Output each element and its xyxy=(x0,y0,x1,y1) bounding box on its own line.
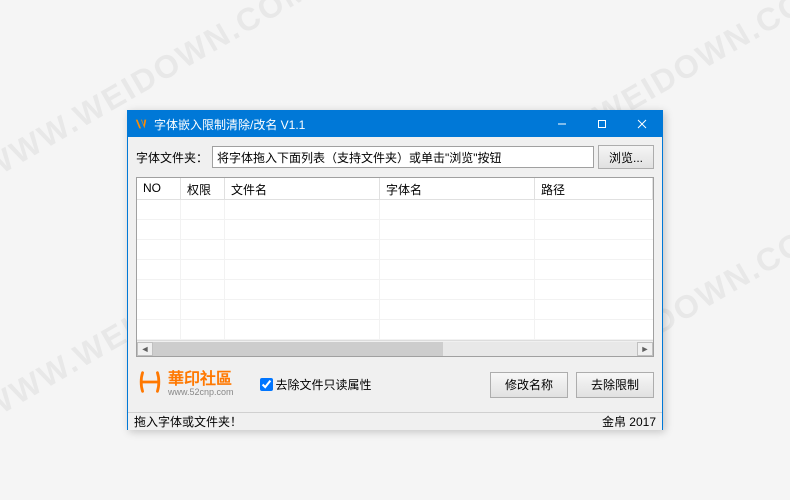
folder-path-input[interactable] xyxy=(212,146,594,168)
remove-restriction-button[interactable]: 去除限制 xyxy=(576,372,654,398)
app-icon xyxy=(133,116,149,132)
logo-block: 華印社區 www.52cnp.com xyxy=(136,369,234,400)
list-body[interactable] xyxy=(137,200,653,340)
font-listview[interactable]: NO 权限 文件名 字体名 路径 xyxy=(136,177,654,357)
list-row-empty xyxy=(137,320,653,340)
list-row-empty xyxy=(137,260,653,280)
scroll-right-arrow[interactable]: ► xyxy=(637,342,653,356)
list-row-empty xyxy=(137,280,653,300)
column-path[interactable]: 路径 xyxy=(535,178,653,199)
logo-text-url: www.52cnp.com xyxy=(168,388,234,397)
column-permission[interactable]: 权限 xyxy=(181,178,225,199)
list-row-empty xyxy=(137,220,653,240)
list-row-empty xyxy=(137,200,653,220)
horizontal-scrollbar[interactable]: ◄ ► xyxy=(137,340,653,356)
scroll-track[interactable] xyxy=(153,342,637,356)
window-controls xyxy=(542,111,662,137)
statusbar: 拖入字体或文件夹！ 金帛 2017 xyxy=(128,412,662,430)
app-window: 字体嵌入限制清除/改名 V1.1 字体文件夹： 浏览... NO 权限 文件名 xyxy=(127,110,663,430)
maximize-button[interactable] xyxy=(582,111,622,137)
scroll-left-arrow[interactable]: ◄ xyxy=(137,342,153,356)
window-title: 字体嵌入限制清除/改名 V1.1 xyxy=(154,116,542,133)
logo-text-main: 華印社區 xyxy=(168,372,234,388)
column-filename[interactable]: 文件名 xyxy=(225,178,380,199)
status-text: 拖入字体或文件夹！ xyxy=(134,413,602,430)
folder-row: 字体文件夹： 浏览... xyxy=(136,145,654,169)
rename-button[interactable]: 修改名称 xyxy=(490,372,568,398)
status-author: 金帛 2017 xyxy=(602,413,656,430)
logo-icon xyxy=(136,369,164,400)
list-row-empty xyxy=(137,300,653,320)
browse-button[interactable]: 浏览... xyxy=(598,145,654,169)
readonly-checkbox-label: 去除文件只读属性 xyxy=(276,376,372,393)
readonly-checkbox[interactable] xyxy=(260,378,273,391)
bottom-row: 華印社區 www.52cnp.com 去除文件只读属性 修改名称 去除限制 xyxy=(136,365,654,404)
readonly-checkbox-wrap[interactable]: 去除文件只读属性 xyxy=(260,376,372,393)
column-no[interactable]: NO xyxy=(137,178,181,199)
titlebar[interactable]: 字体嵌入限制清除/改名 V1.1 xyxy=(128,111,662,137)
list-header: NO 权限 文件名 字体名 路径 xyxy=(137,178,653,200)
minimize-button[interactable] xyxy=(542,111,582,137)
column-fontname[interactable]: 字体名 xyxy=(380,178,535,199)
scroll-thumb[interactable] xyxy=(153,342,443,356)
close-button[interactable] xyxy=(622,111,662,137)
client-area: 字体文件夹： 浏览... NO 权限 文件名 字体名 路径 xyxy=(128,137,662,412)
folder-label: 字体文件夹： xyxy=(136,149,208,166)
list-row-empty xyxy=(137,240,653,260)
